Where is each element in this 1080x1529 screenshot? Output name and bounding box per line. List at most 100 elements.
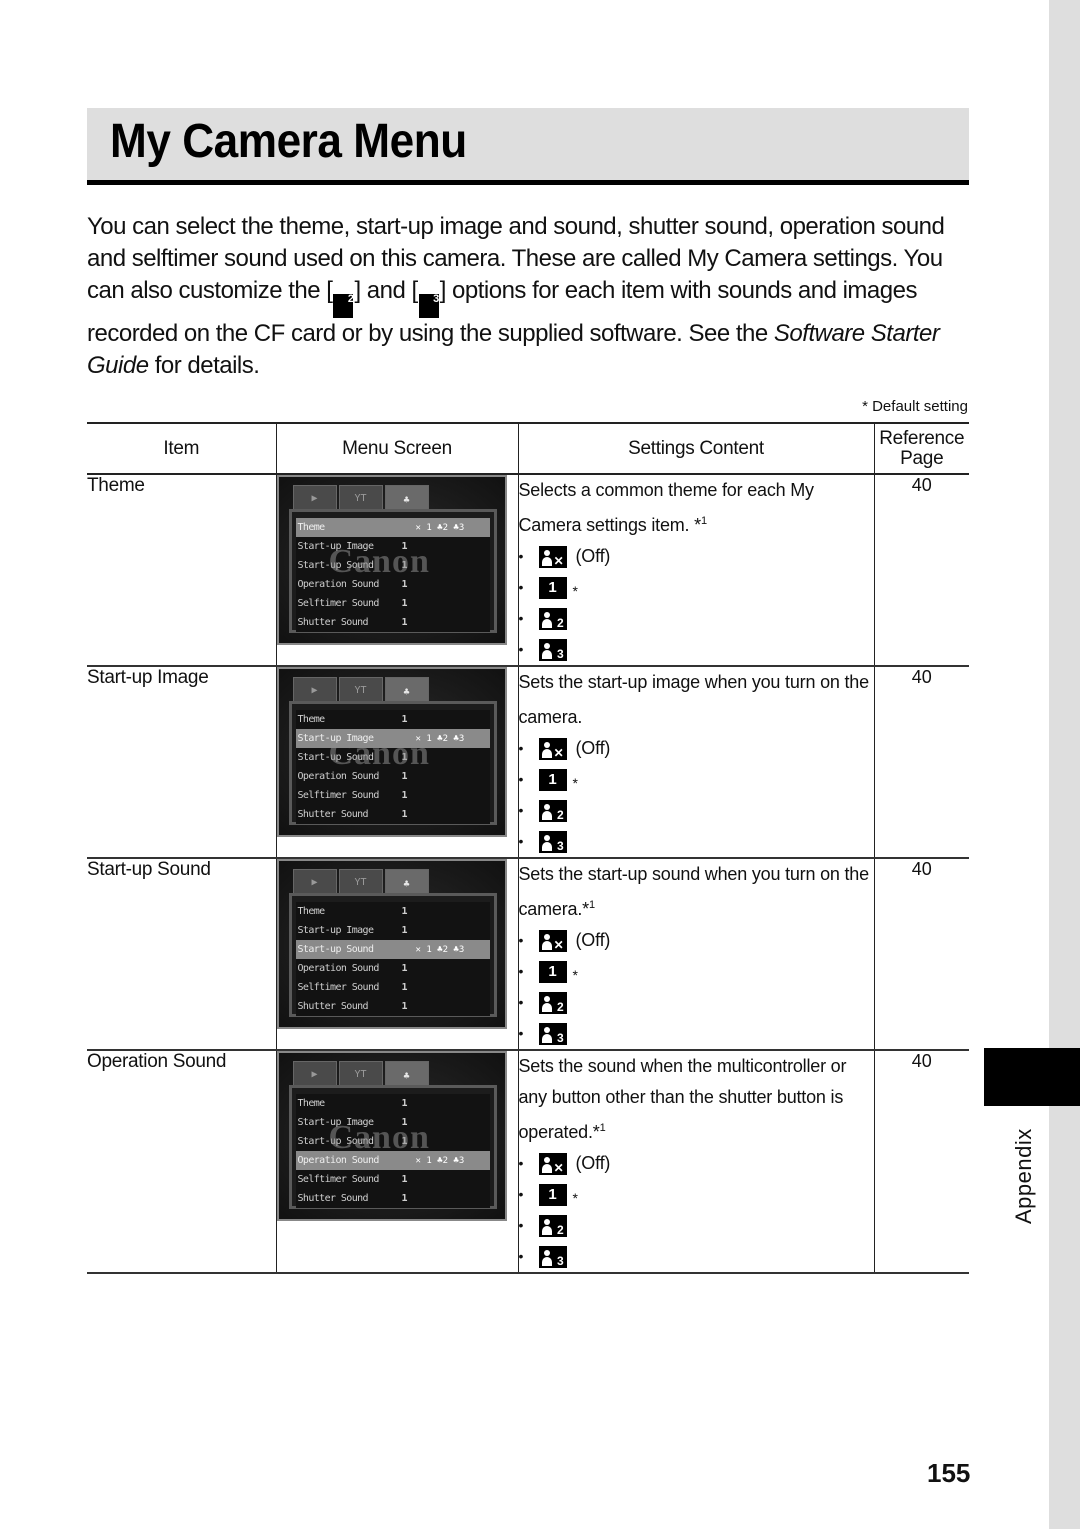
lcd-menu-row: Shutter Sound 1	[295, 613, 490, 632]
reference-page: 40	[873, 474, 969, 666]
page-edge-strip	[1049, 0, 1080, 1529]
lcd-menu-label: Operation Sound	[297, 771, 380, 782]
icon-number: 3	[433, 293, 439, 305]
settings-content: Sets the start-up sound when you turn on…	[517, 858, 875, 1050]
option-3: • 3	[519, 634, 874, 665]
lcd-menu-row: Start-up Image 1	[295, 537, 490, 556]
lcd-menu-value: 1	[401, 1098, 408, 1109]
my-camera-settings-table: Item Menu Screen Settings Content Refere…	[87, 422, 969, 1274]
bullet: •	[518, 1248, 524, 1264]
option-off: • ✕ (Off)	[519, 925, 874, 956]
lcd-menu-value: 1	[401, 809, 408, 820]
default-marker: *	[572, 583, 578, 599]
header-reference-line2: Page	[900, 447, 944, 469]
lcd-menu-row: Start-up Image 1	[295, 921, 490, 940]
lcd-option-strip: ✕ 1 ♣2 ♣3	[415, 1155, 465, 1166]
lcd-menu-label: Theme	[297, 714, 326, 725]
setup-tab-icon: YT	[338, 1061, 383, 1087]
reference-page: 40	[873, 1050, 969, 1273]
my-camera-3-icon: 3	[538, 830, 567, 853]
lcd-menu-label: Shutter Sound	[297, 809, 369, 820]
lcd-menu-row: Theme ✕ 1 ♣2 ♣3	[295, 518, 490, 537]
my-camera-1-icon: 1	[538, 768, 567, 791]
icon-number: 2	[347, 293, 354, 305]
playback-tab-icon: ▶	[292, 869, 337, 895]
lcd-menu-panel: Theme 1 Start-up Image ✕ 1 ♣2 ♣3 Start-up So…	[288, 701, 497, 825]
lcd-option-strip: ✕ 1 ♣2 ♣3	[415, 944, 465, 955]
lcd-menu-value: 1	[401, 1001, 408, 1012]
lcd-menu-label: Selftimer Sound	[297, 790, 380, 801]
option-off: • ✕ (Off)	[519, 733, 874, 764]
option-1: • 1 *	[519, 572, 874, 603]
settings-description: Sets the start-up image when you turn on…	[518, 672, 870, 727]
option-2: • 2	[519, 795, 874, 826]
lcd-menu-label: Shutter Sound	[297, 617, 369, 628]
section-tab-marker	[984, 1048, 1080, 1106]
lcd-menu-panel: Theme 1 Start-up Image 1 Start-up Sound 1 Oper…	[288, 1085, 497, 1209]
lcd-menu-label: Selftimer Sound	[297, 982, 380, 993]
lcd-menu-label: Start-up Image	[297, 541, 374, 552]
item-name: Start-up Image	[87, 666, 277, 858]
lcd-menu-row: Operation Sound 1	[295, 767, 490, 786]
lcd-menu-value: 1	[401, 560, 408, 571]
option-2: • 2	[519, 1210, 874, 1241]
lcd-menu-label: Operation Sound	[297, 963, 380, 974]
bullet: •	[518, 963, 524, 979]
lcd-menu-row: Shutter Sound 1	[295, 805, 490, 824]
my-camera-3-icon: 3	[538, 1022, 567, 1045]
my-camera-1-icon: 1	[538, 1183, 567, 1206]
table-row: Start-up Image ▶ YT ♣ Theme 1 Start-up Ima…	[87, 666, 969, 858]
page-title: My Camera Menu	[110, 115, 467, 168]
bullet: •	[518, 1217, 524, 1233]
bullet: •	[518, 641, 524, 657]
lcd-menu-value: 1	[401, 771, 408, 782]
page-number: 155	[927, 1458, 971, 1488]
option-label: (Off)	[575, 930, 611, 950]
reference-page: 40	[873, 666, 969, 858]
lcd-menu-label: Theme	[297, 1098, 326, 1109]
camera-lcd-screenshot: ▶ YT ♣ Theme 1 Start-up Image ✕ 1 ♣2 ♣3 Star…	[276, 667, 507, 837]
bullet: •	[518, 1186, 524, 1202]
bullet: •	[518, 610, 524, 626]
lcd-menu-row: Start-up Sound ✕ 1 ♣2 ♣3	[295, 940, 490, 959]
option-1: • 1 *	[519, 1179, 874, 1210]
table-row: Operation Sound ▶ YT ♣ Theme 1 Start-up Im…	[87, 1050, 969, 1273]
lcd-menu-row: Selftimer Sound 1	[295, 594, 490, 613]
bullet: •	[518, 994, 524, 1010]
my-camera-1-icon: 1	[538, 960, 567, 983]
bullet: •	[518, 579, 524, 595]
lcd-menu-value: 1	[401, 963, 408, 974]
lcd-menu-value: 1	[401, 1117, 408, 1128]
option-label: (Off)	[575, 738, 611, 758]
menu-screen-cell: ▶ YT ♣ Theme 1 Start-up Image 1 Start-up Sou…	[275, 1050, 519, 1273]
lcd-menu-row: Theme 1	[295, 902, 490, 921]
lcd-menu-panel: Theme 1 Start-up Image 1 Start-up Sound ✕ 1 ♣…	[288, 893, 497, 1017]
option-label: (Off)	[575, 546, 611, 566]
lcd-menu-panel: Theme ✕ 1 ♣2 ♣3 Start-up Image 1 Start-up So…	[288, 509, 497, 633]
intro-paragraph: You can select the theme, start-up image…	[87, 211, 977, 382]
table-row: Theme ▶ YT ♣ Theme ✕ 1 ♣2 ♣3 Start-up Imag…	[87, 474, 969, 666]
lcd-menu-label: Selftimer Sound	[297, 1174, 380, 1185]
option-label: (Off)	[575, 1153, 611, 1173]
lcd-tabs: ▶ YT ♣	[292, 1061, 431, 1091]
section-tab-label: Appendix	[1011, 1128, 1036, 1224]
lcd-menu-label: Start-up Image	[297, 1117, 374, 1128]
item-name: Operation Sound	[87, 1050, 277, 1273]
lcd-menu-row: Start-up Image ✕ 1 ♣2 ♣3	[295, 729, 490, 748]
lcd-menu-label: Theme	[297, 522, 326, 533]
bullet: •	[518, 771, 524, 787]
my-camera-2-icon: 2	[538, 607, 567, 630]
playback-tab-icon: ▶	[292, 485, 337, 511]
lcd-menu-value: 1	[401, 1174, 408, 1185]
lcd-menu-value: 1	[401, 541, 408, 552]
lcd-menu-row: Operation Sound ✕ 1 ♣2 ♣3	[295, 1151, 490, 1170]
intro-text-4: for details.	[148, 352, 260, 379]
setup-tab-icon: YT	[338, 485, 383, 511]
lcd-menu-row: Start-up Sound 1	[295, 1132, 490, 1151]
lcd-menu-label: Start-up Sound	[297, 1136, 374, 1147]
option-off: • ✕ (Off)	[519, 541, 874, 572]
camera-lcd-screenshot: ▶ YT ♣ Theme 1 Start-up Image 1 Start-up Sou…	[276, 1051, 507, 1221]
playback-tab-icon: ▶	[292, 677, 337, 703]
lcd-menu-value: 1	[401, 925, 408, 936]
default-marker: *	[572, 1190, 578, 1206]
